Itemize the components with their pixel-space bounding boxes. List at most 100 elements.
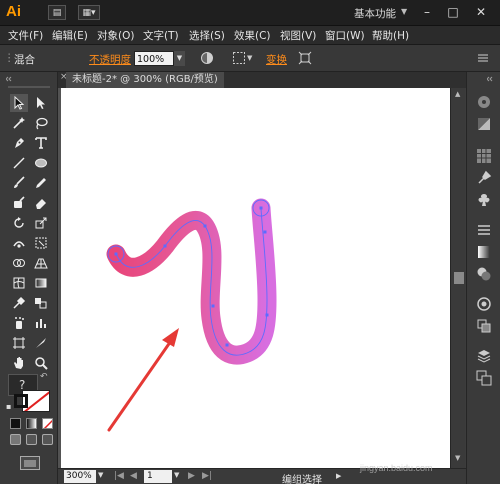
menu-select[interactable]: 选择(S)	[189, 28, 225, 43]
zoom-tool[interactable]	[32, 354, 50, 372]
transform-link[interactable]: 变换	[266, 52, 287, 67]
anchor-point[interactable]	[163, 244, 167, 248]
perspective-grid-tool[interactable]	[32, 254, 50, 272]
last-artboard-icon[interactable]: ▶|	[202, 471, 212, 481]
canvas-area[interactable]	[58, 88, 450, 468]
menu-type[interactable]: 文字(T)	[143, 28, 179, 43]
fill-swatch[interactable]	[14, 394, 28, 408]
warp-tool[interactable]	[10, 234, 28, 252]
anchor-point[interactable]	[265, 313, 269, 317]
artboard[interactable]	[61, 88, 450, 468]
workspace-switcher[interactable]: 基本功能	[354, 6, 396, 21]
panel-menu-icon[interactable]	[476, 51, 490, 65]
anchor-point[interactable]	[259, 206, 263, 210]
artboard-number-field[interactable]: 1	[144, 470, 172, 483]
column-graph-tool[interactable]	[32, 314, 50, 332]
anchor-point[interactable]	[114, 252, 118, 256]
hand-tool[interactable]	[10, 354, 28, 372]
appearance-icon[interactable]	[476, 296, 492, 312]
opacity-input[interactable]: 100%	[134, 51, 174, 66]
color-mode-button[interactable]	[10, 418, 21, 429]
bridge-button[interactable]: ▤	[48, 5, 66, 20]
gradient-stroke-path[interactable]	[106, 198, 277, 365]
screen-mode-button[interactable]	[20, 456, 40, 470]
stroke-icon[interactable]	[476, 222, 492, 238]
scroll-up-icon[interactable]: ▲	[455, 90, 460, 98]
layers-icon[interactable]	[476, 348, 492, 364]
menu-object[interactable]: 对象(O)	[97, 28, 134, 43]
menu-effect[interactable]: 效果(C)	[234, 28, 271, 43]
color-guide-icon[interactable]	[476, 94, 492, 110]
free-transform-tool[interactable]	[32, 234, 50, 252]
brushes-icon[interactable]	[476, 170, 492, 186]
chevron-down-icon[interactable]: ▼	[98, 471, 103, 479]
opacity-link[interactable]: 不透明度	[89, 52, 131, 67]
scale-tool[interactable]	[32, 214, 50, 232]
mesh-tool[interactable]	[10, 274, 28, 292]
menu-edit[interactable]: 编辑(E)	[52, 28, 88, 43]
eyedropper-tool[interactable]	[10, 294, 28, 312]
draw-inside-button[interactable]	[42, 434, 53, 445]
chevron-down-icon[interactable]: ▼	[174, 51, 185, 66]
menu-file[interactable]: 文件(F)	[8, 28, 43, 43]
shape-builder-tool[interactable]	[10, 254, 28, 272]
rotate-tool[interactable]	[10, 214, 28, 232]
paintbrush-tool[interactable]	[10, 174, 28, 192]
symbol-sprayer-tool[interactable]	[10, 314, 28, 332]
anchor-point[interactable]	[263, 230, 267, 234]
align-icon[interactable]	[232, 51, 246, 65]
chevron-down-icon[interactable]: ▼	[401, 7, 407, 16]
blend-tool[interactable]	[32, 294, 50, 312]
default-colors-icon[interactable]: ▪	[6, 402, 11, 411]
color-icon[interactable]	[476, 116, 492, 132]
collapse-arrows-icon[interactable]	[6, 76, 52, 82]
maximize-button[interactable]: □	[444, 4, 462, 20]
transparency-icon[interactable]	[476, 266, 492, 282]
magic-wand-tool[interactable]	[10, 114, 28, 132]
scroll-thumb[interactable]	[454, 272, 464, 284]
gradient-tool[interactable]	[32, 274, 50, 292]
blob-brush-tool[interactable]	[10, 194, 28, 212]
close-button[interactable]: ✕	[472, 4, 490, 20]
artboards-icon[interactable]	[476, 370, 492, 386]
blend-mode-label[interactable]: 混合	[14, 52, 35, 67]
pencil-tool[interactable]	[32, 174, 50, 192]
draw-behind-button[interactable]	[26, 434, 37, 445]
swatches-icon[interactable]	[476, 148, 492, 164]
menu-window[interactable]: 窗口(W)	[325, 28, 365, 43]
isolate-icon[interactable]	[298, 51, 312, 65]
recolor-artwork-icon[interactable]	[200, 51, 214, 65]
selection-tool[interactable]	[10, 94, 28, 112]
line-segment-tool[interactable]	[10, 154, 28, 172]
chevron-down-icon[interactable]: ▼	[174, 471, 179, 479]
lasso-tool[interactable]	[32, 114, 50, 132]
type-tool[interactable]	[32, 134, 50, 152]
anchor-point[interactable]	[225, 343, 229, 347]
symbols-icon[interactable]	[476, 192, 492, 208]
arrange-documents-button[interactable]: ▦▾	[78, 5, 100, 20]
ellipse-tool[interactable]	[32, 154, 50, 172]
previous-artboard-icon[interactable]: ◀	[130, 471, 137, 481]
eraser-tool[interactable]	[32, 194, 50, 212]
menu-view[interactable]: 视图(V)	[280, 28, 316, 43]
gradient-mode-button[interactable]	[26, 418, 37, 429]
slice-tool[interactable]	[32, 334, 50, 352]
document-tab[interactable]: 未标题-2* @ 300% (RGB/预览)	[66, 72, 224, 88]
direct-selection-tool[interactable]	[32, 94, 50, 112]
vertical-scrollbar[interactable]: ▲ ▼	[450, 88, 465, 468]
chevron-down-icon[interactable]: ▼	[247, 54, 252, 62]
minimize-button[interactable]: –	[418, 4, 436, 20]
next-artboard-icon[interactable]: ▶	[188, 471, 195, 481]
none-mode-button[interactable]	[42, 418, 53, 429]
scroll-down-icon[interactable]: ▼	[455, 454, 460, 462]
menu-help[interactable]: 帮助(H)	[372, 28, 409, 43]
graphic-styles-icon[interactable]	[476, 318, 492, 334]
zoom-level-field[interactable]: 300%	[64, 470, 96, 483]
status-menu-icon[interactable]: ▶	[336, 472, 341, 480]
pen-tool[interactable]	[10, 134, 28, 152]
swap-fill-stroke-icon[interactable]: ↶	[40, 372, 48, 382]
gradient-panel-icon[interactable]	[476, 244, 492, 260]
first-artboard-icon[interactable]: |◀	[114, 471, 124, 481]
expand-panels-icon[interactable]	[487, 76, 497, 82]
anchor-point[interactable]	[203, 224, 207, 228]
